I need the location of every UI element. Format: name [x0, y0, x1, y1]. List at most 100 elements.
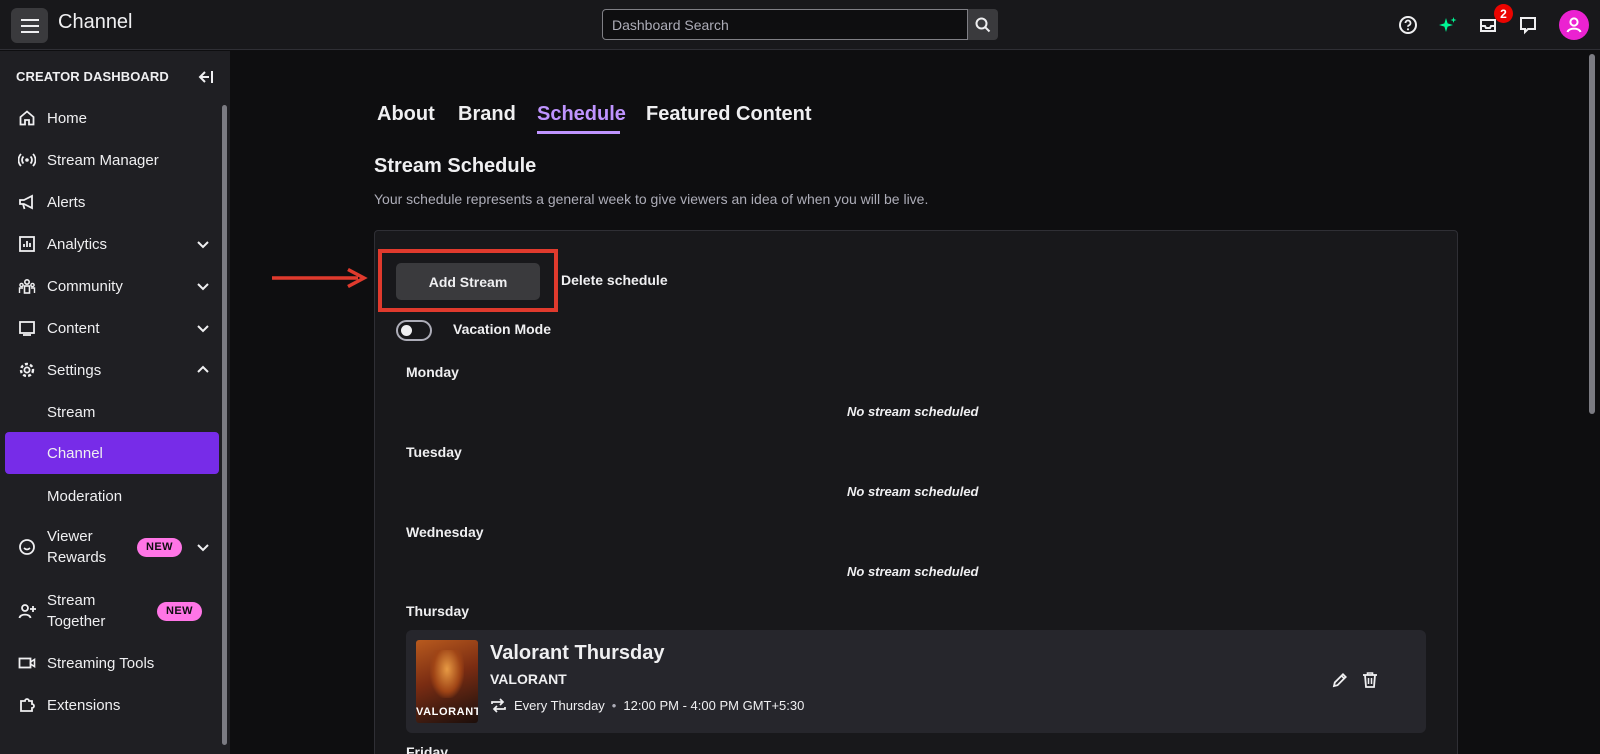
sidebar-item-label: Stream — [47, 403, 96, 421]
sidebar-item-label: Home — [47, 109, 88, 127]
chevron-down-icon — [197, 325, 209, 333]
sidebar-item-label: Viewer Rewards — [47, 528, 107, 566]
camera-icon — [17, 653, 37, 673]
new-badge: NEW — [157, 601, 202, 621]
whispers-button[interactable] — [1515, 12, 1541, 38]
content-icon — [17, 318, 37, 338]
sidebar-item-label: Community — [47, 277, 123, 295]
toggle-knob — [401, 325, 412, 336]
dashboard-search — [602, 9, 998, 40]
puzzle-icon — [17, 695, 37, 715]
delete-schedule-link[interactable]: Delete schedule — [561, 272, 668, 288]
chat-bubble-icon — [1520, 17, 1536, 35]
sidebar-item-settings[interactable]: Settings — [5, 349, 219, 391]
active-tab-indicator — [537, 131, 620, 134]
day-heading: Friday — [406, 744, 449, 754]
sidebar-item-alerts[interactable]: Alerts — [5, 181, 219, 223]
sidebar-item-home[interactable]: Home — [5, 97, 219, 139]
sidebar-item-stream-manager[interactable]: Stream Manager — [5, 139, 219, 181]
chevron-down-icon — [197, 544, 209, 552]
collapse-icon — [198, 71, 213, 83]
chevron-down-icon — [197, 283, 209, 291]
stream-category: VALORANT — [490, 671, 567, 687]
home-icon — [17, 108, 37, 128]
stream-schedule-info: Every Thursday • 12:00 PM - 4:00 PM GMT+… — [490, 695, 804, 715]
tab-schedule[interactable]: Schedule — [537, 103, 626, 126]
sidebar-item-label: Analytics — [47, 235, 108, 253]
megaphone-icon — [17, 192, 37, 212]
sidebar-item-label: Alerts — [47, 193, 86, 211]
day-heading: Wednesday — [406, 524, 484, 540]
sidebar-item-community[interactable]: Community — [5, 265, 219, 307]
hamburger-icon — [20, 18, 39, 33]
sidebar-item-moderation[interactable]: Moderation — [5, 475, 219, 517]
gear-icon — [17, 360, 37, 380]
help-icon — [1399, 16, 1417, 34]
day-heading: Thursday — [406, 603, 470, 619]
user-avatar[interactable] — [1559, 10, 1589, 40]
scheduled-stream-card[interactable]: VALORANT Valorant Thursday VALORANT Ever… — [406, 630, 1426, 733]
thumbnail-art — [430, 650, 464, 698]
sidebar-item-label: Content — [47, 319, 100, 337]
help-button[interactable] — [1395, 12, 1421, 38]
separator-dot: • — [611, 697, 617, 713]
community-icon — [17, 276, 37, 296]
sidebar: CREATOR DASHBOARD Home Stream Manager Al… — [0, 51, 230, 754]
sidebar-scrollbar[interactable] — [222, 105, 227, 745]
sidebar-item-channel[interactable]: Channel — [5, 432, 219, 474]
sidebar-item-content[interactable]: Content — [5, 307, 219, 349]
broadcast-icon — [17, 150, 37, 170]
sidebar-header: CREATOR DASHBOARD — [16, 69, 169, 84]
search-button[interactable] — [968, 9, 998, 40]
sidebar-item-label: Stream Manager — [47, 151, 159, 169]
day-heading: Monday — [406, 364, 459, 380]
delete-stream-button[interactable] — [1360, 670, 1380, 690]
sidebar-item-extensions[interactable]: Extensions — [5, 684, 219, 726]
sparkle-icon — [1439, 17, 1457, 32]
sidebar-item-label: Channel — [47, 444, 103, 462]
trash-icon — [1363, 672, 1377, 688]
add-stream-button[interactable]: Add Stream — [396, 263, 540, 300]
vacation-mode-label: Vacation Mode — [453, 321, 552, 337]
page-title: Channel — [58, 11, 133, 33]
sidebar-item-label: Stream Together — [47, 592, 106, 630]
annotation-arrow — [272, 268, 368, 288]
empty-day-text: No stream scheduled — [847, 484, 979, 499]
sidebar-item-label: Settings — [47, 361, 102, 379]
menu-button[interactable] — [11, 8, 48, 43]
sidebar-item-label: Extensions — [47, 696, 121, 714]
notification-badge: 2 — [1494, 4, 1513, 23]
tab-about[interactable]: About — [377, 103, 435, 126]
sparkle-button[interactable] — [1435, 12, 1461, 38]
edit-stream-button[interactable] — [1330, 670, 1350, 690]
sidebar-item-stream-together[interactable]: Stream Together NEW — [5, 587, 219, 635]
user-icon — [1566, 17, 1582, 33]
tab-brand[interactable]: Brand — [458, 103, 516, 126]
section-description: Your schedule represents a general week … — [374, 191, 929, 207]
sidebar-item-analytics[interactable]: Analytics — [5, 223, 219, 265]
vacation-mode-toggle[interactable] — [396, 320, 432, 341]
sidebar-item-stream[interactable]: Stream — [5, 391, 219, 433]
empty-day-text: No stream scheduled — [847, 404, 979, 419]
tab-featured-content[interactable]: Featured Content — [646, 103, 812, 126]
search-input[interactable] — [602, 9, 968, 40]
day-heading: Tuesday — [406, 444, 462, 460]
stream-time: 12:00 PM - 4:00 PM GMT+5:30 — [623, 697, 805, 713]
chevron-down-icon — [197, 241, 209, 249]
sidebar-item-viewer-rewards[interactable]: Viewer Rewards NEW — [5, 523, 219, 571]
empty-day-text: No stream scheduled — [847, 564, 979, 579]
analytics-icon — [17, 234, 37, 254]
pencil-icon — [1332, 673, 1347, 688]
stream-title: Valorant Thursday — [490, 642, 665, 664]
main-scrollbar[interactable] — [1589, 54, 1595, 414]
new-badge: NEW — [137, 537, 182, 557]
top-bar: Channel 2 — [0, 0, 1600, 50]
sidebar-item-streaming-tools[interactable]: Streaming Tools — [5, 642, 219, 684]
stream-recurrence: Every Thursday — [514, 697, 605, 713]
sidebar-item-label: Moderation — [47, 487, 123, 505]
sidebar-item-label: Streaming Tools — [47, 654, 155, 672]
repeat-icon — [491, 697, 506, 713]
collapse-sidebar-button[interactable] — [196, 68, 214, 86]
smile-icon — [17, 537, 37, 557]
thumbnail-logo-text: VALORANT — [416, 706, 478, 718]
